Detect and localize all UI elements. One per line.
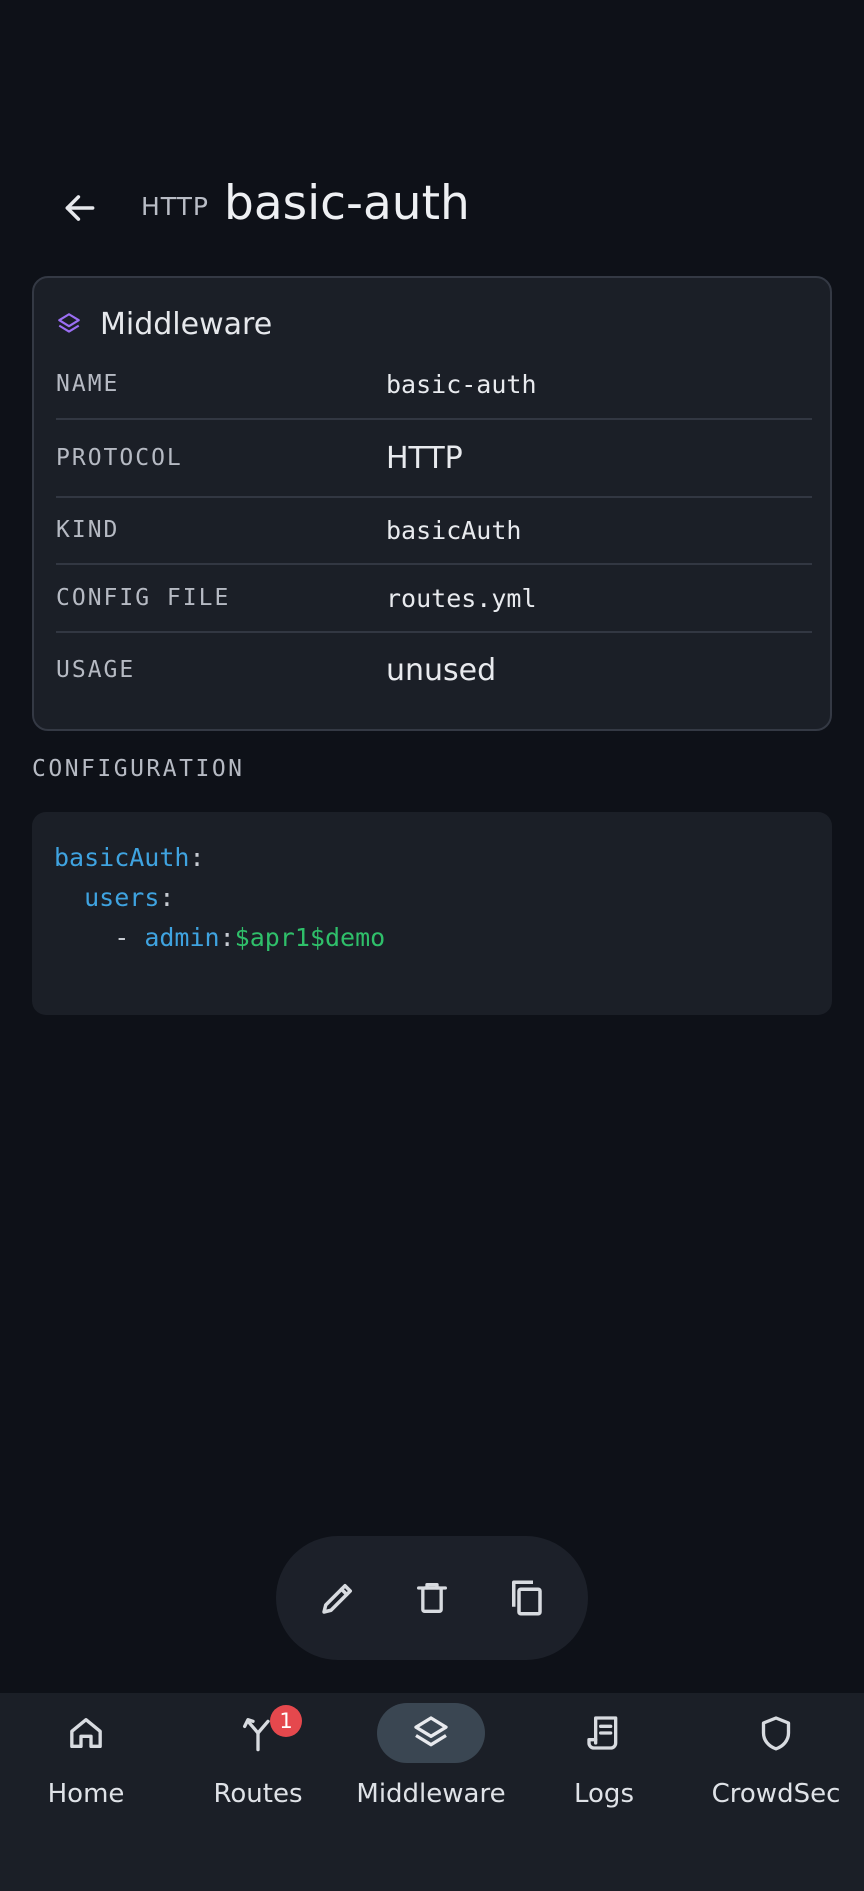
nav-icon-container — [32, 1703, 140, 1763]
nav-label: Home — [47, 1779, 125, 1809]
edit-icon — [322, 1584, 352, 1614]
nav-item-crowdsec[interactable]: CrowdSec — [690, 1693, 862, 1853]
info-value: routes.yml — [386, 583, 537, 613]
logs-icon — [587, 1716, 618, 1750]
configuration-label: CONFIGURATION — [32, 756, 245, 782]
protocol-label: HTTP — [141, 192, 209, 221]
info-row-config-file: CONFIG FILE routes.yml — [56, 578, 812, 618]
layers-icon — [58, 313, 80, 333]
info-row-name: NAME basic-auth — [56, 364, 812, 404]
info-row-usage: USAGE unused — [56, 648, 812, 692]
yaml-key: users — [84, 883, 160, 912]
nav-icon-container — [722, 1703, 830, 1763]
nav-item-logs[interactable]: Logs — [518, 1693, 690, 1853]
nav-label: Routes — [213, 1779, 303, 1809]
page-title: basic-auth — [224, 176, 470, 231]
yaml-dash: - — [114, 923, 145, 952]
divider — [56, 496, 812, 498]
info-value: basicAuth — [386, 515, 522, 545]
back-button[interactable] — [52, 186, 108, 230]
delete-icon — [417, 1583, 447, 1613]
nav-item-routes[interactable]: 1 Routes — [172, 1693, 344, 1853]
yaml-key: basicAuth — [54, 843, 190, 872]
shield-icon — [761, 1716, 791, 1751]
info-value: HTTP — [386, 440, 463, 476]
info-key: CONFIG FILE — [56, 585, 231, 611]
info-value: unused — [386, 652, 497, 688]
card-header: Middleware — [56, 304, 272, 344]
code-line: users: — [54, 878, 810, 918]
copy-button[interactable] — [479, 1551, 573, 1645]
copy-icon — [512, 1580, 542, 1616]
nav-label: CrowdSec — [711, 1779, 841, 1809]
yaml-code-block: basicAuth: users: - admin:$apr1$demo — [32, 812, 832, 1015]
bottom-navigation: Home 1 Routes Middleware Logs CrowdSec — [0, 1693, 864, 1891]
info-value: basic-auth — [386, 369, 537, 399]
layers-icon — [414, 1716, 448, 1747]
info-row-protocol: PROTOCOL HTTP — [56, 436, 812, 480]
yaml-value: $apr1$demo — [234, 923, 386, 952]
divider — [56, 418, 812, 420]
info-key: PROTOCOL — [56, 445, 183, 471]
info-key: NAME — [56, 371, 120, 397]
divider — [56, 631, 812, 633]
yaml-colon: : — [159, 883, 175, 912]
delete-button[interactable] — [385, 1551, 479, 1645]
code-line: - admin:$apr1$demo — [54, 918, 810, 958]
arrow-left-icon — [65, 195, 95, 221]
nav-icon-container — [550, 1703, 658, 1763]
yaml-key: admin — [144, 923, 220, 952]
yaml-colon: : — [189, 843, 205, 872]
nav-item-home[interactable]: Home — [0, 1693, 172, 1853]
edit-button[interactable] — [291, 1551, 385, 1645]
info-key: KIND — [56, 517, 120, 543]
notification-badge: 1 — [270, 1705, 302, 1737]
home-icon — [70, 1718, 102, 1748]
divider — [56, 563, 812, 565]
nav-label: Middleware — [356, 1779, 506, 1809]
nav-label: Logs — [574, 1779, 634, 1809]
yaml-colon: : — [219, 923, 235, 952]
info-row-kind: KIND basicAuth — [56, 510, 812, 550]
card-title: Middleware — [100, 306, 273, 342]
code-line: basicAuth: — [54, 838, 810, 878]
nav-item-middleware[interactable]: Middleware — [345, 1693, 517, 1853]
info-key: USAGE — [56, 657, 136, 683]
middleware-info-card: Middleware NAME basic-auth PROTOCOL HTTP… — [32, 276, 832, 731]
nav-icon-container — [377, 1703, 485, 1763]
action-bar — [276, 1536, 588, 1660]
page-header: HTTP basic-auth — [0, 168, 864, 246]
